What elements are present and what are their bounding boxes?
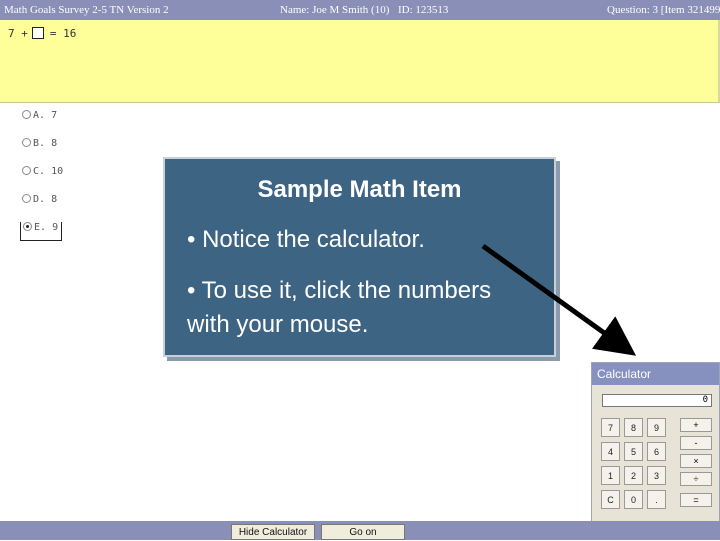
bottom-bar: Hide Calculator Go on <box>0 521 720 540</box>
option-b[interactable]: B. 8 <box>22 138 57 154</box>
survey-title: Math Goals Survey 2-5 TN Version 2 <box>4 4 169 16</box>
top-bar: Math Goals Survey 2-5 TN Version 2 Name:… <box>0 0 720 20</box>
question-stem: 7 + = 16 <box>0 20 720 103</box>
radio-icon[interactable] <box>22 194 31 203</box>
calculator-panel: Calculator 0 7 8 9 4 5 6 1 2 3 C 0 . + -… <box>591 362 720 522</box>
question-number: Question: 3 [Item 321499] <box>607 4 720 16</box>
option-value: 10 <box>51 166 64 177</box>
instruction-callout: Sample Math Item • Notice the calculator… <box>163 157 556 357</box>
option-letter: A. <box>33 110 46 121</box>
calc-key-4[interactable]: 4 <box>601 442 620 461</box>
calc-key-divide[interactable]: ÷ <box>680 472 712 486</box>
calc-key-equals[interactable]: = <box>680 493 712 507</box>
radio-icon[interactable] <box>22 166 31 175</box>
radio-selected-icon[interactable] <box>23 222 32 231</box>
calc-key-3[interactable]: 3 <box>647 466 666 485</box>
calc-key-7[interactable]: 7 <box>601 418 620 437</box>
calc-key-0[interactable]: 0 <box>624 490 643 509</box>
calc-key-decimal[interactable]: . <box>647 490 666 509</box>
calc-key-9[interactable]: 9 <box>647 418 666 437</box>
option-value: 8 <box>51 138 58 149</box>
hide-calculator-button[interactable]: Hide Calculator <box>231 524 315 540</box>
callout-title: Sample Math Item <box>257 176 462 203</box>
callout-line-1: • Notice the calculator. <box>187 226 425 253</box>
student-name: Name: Joe M Smith (10) <box>280 4 390 16</box>
option-c[interactable]: C. 10 <box>22 166 63 182</box>
calc-key-5[interactable]: 5 <box>624 442 643 461</box>
radio-icon[interactable] <box>22 110 31 119</box>
option-a[interactable]: A. 7 <box>22 110 57 126</box>
calc-key-minus[interactable]: - <box>680 436 712 450</box>
option-letter: D. <box>33 194 46 205</box>
calc-key-times[interactable]: × <box>680 454 712 468</box>
calc-key-8[interactable]: 8 <box>624 418 643 437</box>
calc-key-6[interactable]: 6 <box>647 442 666 461</box>
answer-blank-box <box>31 27 44 39</box>
calculator-display: 0 <box>602 394 712 407</box>
calc-key-clear[interactable]: C <box>601 490 620 509</box>
calc-key-1[interactable]: 1 <box>601 466 620 485</box>
option-value: 8 <box>51 194 58 205</box>
option-letter: B. <box>33 138 46 149</box>
equation-left: 7 + <box>8 27 28 40</box>
calculator-title: Calculator <box>592 363 719 385</box>
calc-key-2[interactable]: 2 <box>624 466 643 485</box>
callout-line-2: • To use it, click the numbers with your… <box>187 277 492 338</box>
option-letter: C. <box>33 166 46 177</box>
equation-right: = 16 <box>49 27 77 40</box>
option-d[interactable]: D. 8 <box>22 194 57 210</box>
equation: 7 + = 16 <box>8 27 76 40</box>
option-value: 7 <box>51 110 58 121</box>
option-letter: E. <box>34 222 47 233</box>
radio-icon[interactable] <box>22 138 31 147</box>
option-value: 9 <box>52 222 59 233</box>
calc-key-plus[interactable]: + <box>680 418 712 432</box>
option-e[interactable]: E. 9 <box>20 222 63 241</box>
student-id: ID: 123513 <box>398 4 449 16</box>
go-on-button[interactable]: Go on <box>321 524 405 540</box>
